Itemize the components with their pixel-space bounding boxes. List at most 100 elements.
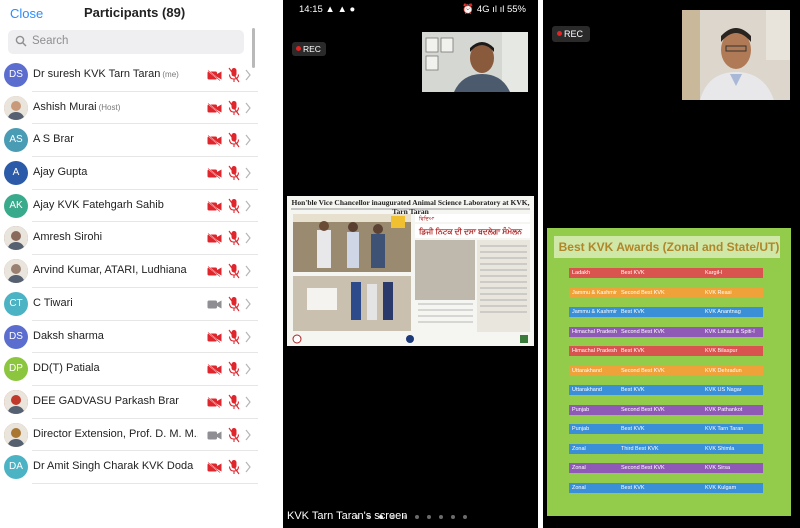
shared-screen-label: KVK Tarn Taran's screen bbox=[287, 510, 408, 522]
close-button[interactable]: Close bbox=[10, 6, 43, 21]
svg-text:ਡਿਜੀ ਨਿਟਕ ਦੀ ਦਸਾ ਬਦਲੇਗਾ ਸੰਮੇਲਨ: ਡਿਜੀ ਨਿਟਕ ਦੀ ਦਸਾ ਬਦਲੇਗਾ ਸੰਮੇਲਨ bbox=[418, 225, 523, 236]
page-dot[interactable] bbox=[462, 515, 467, 519]
mic-muted-icon[interactable] bbox=[228, 100, 240, 116]
award-kvk: KVK Sirsa bbox=[705, 465, 731, 471]
avatar: CT bbox=[4, 291, 28, 316]
award-category: Third Best KVK bbox=[621, 445, 659, 452]
participant-row[interactable]: DS Daksh sharma bbox=[0, 321, 258, 354]
chevron-right-icon[interactable] bbox=[245, 363, 251, 375]
participant-row[interactable]: AK Ajay KVK Fatehgarh Sahib bbox=[0, 190, 258, 223]
avatar: DS bbox=[4, 324, 28, 349]
participant-row[interactable]: AS A S Brar bbox=[0, 124, 258, 158]
shared-newspaper-slide: Hon'ble Vice Chancellor inaugurated Anim… bbox=[287, 196, 534, 346]
mic-muted-icon[interactable] bbox=[228, 296, 240, 312]
screen-share-panel: 14:15 ▲ ▲ ● ⏰ 4G ıl ıl 55% REC Hon'ble V… bbox=[283, 0, 538, 528]
award-row: Uttarakhand Best KVK KVK US Nagar bbox=[569, 385, 763, 395]
profile-photo-icon bbox=[4, 389, 28, 414]
chevron-right-icon[interactable] bbox=[245, 232, 251, 244]
participant-row[interactable]: CT C Tiwari bbox=[0, 288, 258, 321]
participant-list: DS Dr suresh KVK Tarn Taran (me) Ashish Mur… bbox=[0, 59, 258, 484]
participant-row[interactable]: Ashish Murai (Host) bbox=[0, 92, 258, 125]
video-off-icon[interactable] bbox=[207, 233, 222, 245]
video-off-icon[interactable] bbox=[207, 462, 222, 474]
avatar: AS bbox=[4, 128, 28, 153]
avatar: A bbox=[4, 161, 28, 186]
person-video-image bbox=[682, 10, 790, 100]
video-off-icon[interactable] bbox=[207, 102, 222, 114]
award-kvk: KVK Lahaul & Spiti-I bbox=[705, 328, 755, 335]
profile-photo-icon bbox=[4, 259, 28, 284]
mic-muted-icon[interactable] bbox=[228, 165, 240, 181]
chevron-right-icon[interactable] bbox=[245, 298, 251, 310]
video-off-icon[interactable] bbox=[207, 364, 222, 376]
award-category: Second Best KVK bbox=[621, 367, 665, 374]
video-off-icon[interactable] bbox=[207, 135, 222, 147]
newspaper-collage-image: ਵਿਦਿਆ ਡਿਜੀ ਨਿਟਕ ਦੀ ਦਸਾ ਬਦਲੇਗਾ ਸੰਮੇਲਨ bbox=[291, 208, 530, 344]
page-dot[interactable] bbox=[438, 515, 443, 519]
mic-muted-icon[interactable] bbox=[228, 198, 240, 214]
avatar bbox=[4, 422, 28, 447]
award-region: Jammu & Kashmir bbox=[572, 309, 617, 315]
speaker-video-thumbnail[interactable] bbox=[422, 32, 528, 92]
participant-row[interactable]: DA Dr Amit Singh Charak KVK Doda bbox=[0, 451, 258, 484]
mic-muted-icon[interactable] bbox=[228, 427, 240, 443]
speaker-video-thumbnail[interactable] bbox=[682, 10, 790, 100]
award-region: Uttarakhand bbox=[572, 367, 602, 374]
participant-row[interactable]: A Ajay Gupta bbox=[0, 157, 258, 190]
mic-muted-icon[interactable] bbox=[228, 329, 240, 345]
chevron-right-icon[interactable] bbox=[245, 331, 251, 343]
chevron-right-icon[interactable] bbox=[245, 167, 251, 179]
avatar bbox=[4, 259, 28, 284]
chevron-right-icon[interactable] bbox=[245, 461, 251, 473]
award-kvk: KVK Tarn Taran bbox=[705, 426, 744, 432]
chevron-right-icon[interactable] bbox=[245, 102, 251, 114]
mic-muted-icon[interactable] bbox=[228, 394, 240, 410]
participant-row[interactable]: Director Extension, Prof. D. M. M... bbox=[0, 419, 258, 452]
video-off-icon[interactable] bbox=[207, 266, 222, 278]
chevron-right-icon[interactable] bbox=[245, 134, 251, 146]
mic-muted-icon[interactable] bbox=[228, 263, 240, 279]
video-off-icon[interactable] bbox=[207, 168, 222, 180]
video-off-icon[interactable] bbox=[207, 396, 222, 408]
video-off-icon[interactable] bbox=[207, 331, 222, 343]
page-dot[interactable] bbox=[450, 515, 455, 519]
award-row: Punjab Best KVK KVK Tarn Taran bbox=[569, 424, 763, 434]
participant-row[interactable]: Arvind Kumar, ATARI, Ludhiana bbox=[0, 255, 258, 288]
participant-row[interactable]: DP DD(T) Patiala bbox=[0, 353, 258, 386]
video-off-icon[interactable] bbox=[207, 200, 222, 212]
participant-row[interactable]: DEE GADVASU Parkash Brar bbox=[0, 386, 258, 419]
video-on-icon[interactable] bbox=[207, 430, 222, 441]
award-row: Ladakh Best KVK Kargil-I bbox=[569, 268, 763, 278]
page-dot[interactable] bbox=[426, 515, 431, 519]
award-row: Jammu & Kashmir Best KVK KVK Anantnag bbox=[569, 307, 763, 317]
mic-muted-icon[interactable] bbox=[228, 67, 240, 83]
award-kvk: KVK Dehradun bbox=[705, 367, 742, 374]
search-input[interactable]: Search bbox=[8, 30, 244, 54]
participant-name: Ajay KVK Fatehgarh Sahib bbox=[33, 198, 164, 211]
participant-row[interactable]: Amresh Sirohi bbox=[0, 222, 258, 256]
mic-muted-icon[interactable] bbox=[228, 132, 240, 148]
video-on-icon[interactable] bbox=[207, 299, 222, 310]
chevron-right-icon[interactable] bbox=[245, 429, 251, 441]
row-divider bbox=[32, 482, 258, 484]
award-region: Jammu & Kashmir bbox=[572, 289, 617, 296]
award-category: Second Best KVK bbox=[621, 328, 665, 335]
award-category: Best KVK bbox=[621, 484, 645, 491]
chevron-right-icon[interactable] bbox=[245, 69, 251, 81]
participant-row[interactable]: DS Dr suresh KVK Tarn Taran (me) bbox=[0, 59, 258, 92]
participant-name: C Tiwari bbox=[33, 296, 73, 309]
chevron-right-icon[interactable] bbox=[245, 265, 251, 277]
participant-name: Director Extension, Prof. D. M. M... bbox=[33, 427, 198, 440]
page-dot[interactable] bbox=[414, 515, 419, 519]
avatar: DA bbox=[4, 455, 28, 480]
award-region: Zonal bbox=[572, 465, 586, 471]
mic-muted-icon[interactable] bbox=[228, 230, 240, 246]
chevron-right-icon[interactable] bbox=[245, 396, 251, 408]
mic-muted-icon[interactable] bbox=[228, 459, 240, 475]
award-row: Zonal Third Best KVK KVK Shimla bbox=[569, 443, 763, 454]
participant-name: Ashish Murai (Host) bbox=[33, 100, 121, 113]
mic-muted-icon[interactable] bbox=[228, 361, 240, 377]
video-off-icon[interactable] bbox=[207, 70, 222, 81]
chevron-right-icon[interactable] bbox=[245, 200, 251, 212]
award-category: Best KVK bbox=[621, 309, 645, 315]
